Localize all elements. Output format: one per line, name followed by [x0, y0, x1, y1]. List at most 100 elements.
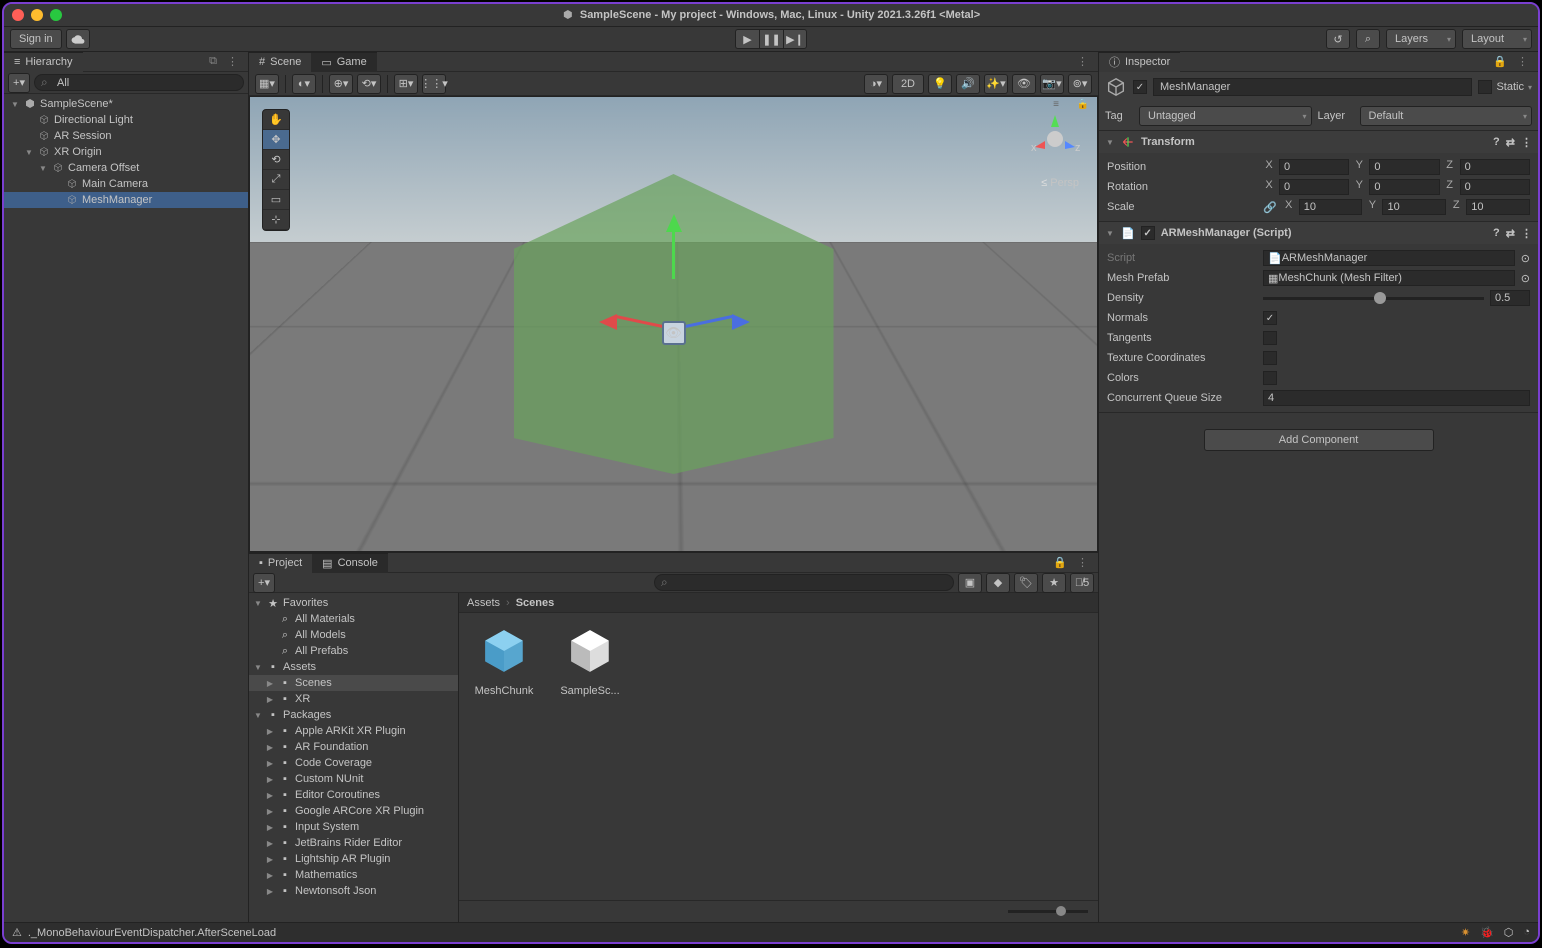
- lighting-toggle[interactable]: 💡: [928, 74, 952, 94]
- project-panel-menu-icon[interactable]: ⋮: [1071, 556, 1094, 569]
- scene-visibility-toggle[interactable]: 👁: [1012, 74, 1036, 94]
- lock-icon[interactable]: 🔒: [1077, 99, 1089, 110]
- object-picker-icon[interactable]: ⊙: [1521, 252, 1530, 265]
- layer-dropdown[interactable]: Default: [1360, 106, 1533, 126]
- rotation-z-field[interactable]: 0: [1460, 179, 1530, 195]
- sign-in-button[interactable]: Sign in: [10, 29, 62, 49]
- auto-generate-lighting-icon[interactable]: ✷: [1461, 926, 1470, 939]
- mesh-prefab-field[interactable]: ▦MeshChunk (Mesh Filter): [1263, 270, 1515, 286]
- undo-history-button[interactable]: ↺: [1326, 29, 1350, 49]
- scale-x-field[interactable]: 10: [1299, 199, 1363, 215]
- hierarchy-search-input[interactable]: All: [34, 74, 244, 91]
- pause-button[interactable]: ❚❚: [759, 29, 783, 49]
- folder-row[interactable]: ▶▪Input System: [249, 819, 458, 835]
- folder-row[interactable]: ▼▪Packages: [249, 707, 458, 723]
- layout-dropdown[interactable]: Layout: [1462, 29, 1532, 49]
- y-axis-handle[interactable]: [666, 214, 682, 232]
- rotation-x-field[interactable]: 0: [1279, 179, 1349, 195]
- folder-row[interactable]: ▶▪Lightship AR Plugin: [249, 851, 458, 867]
- hierarchy-item[interactable]: Directional Light: [4, 112, 248, 128]
- hierarchy-item[interactable]: MeshManager: [4, 192, 248, 208]
- tangents-checkbox[interactable]: [1263, 331, 1277, 345]
- queue-size-field[interactable]: 4: [1263, 390, 1530, 406]
- maximize-window-button[interactable]: [50, 9, 62, 21]
- x-axis-handle[interactable]: [599, 314, 617, 330]
- colors-checkbox[interactable]: [1263, 371, 1277, 385]
- scale-link-icon[interactable]: 🔗: [1263, 201, 1277, 214]
- folder-row[interactable]: ⌕All Materials: [249, 611, 458, 627]
- expand-icon[interactable]: ▶: [265, 759, 275, 768]
- component-menu-icon[interactable]: ⋮: [1521, 136, 1532, 149]
- inspector-menu-icon[interactable]: ⋮: [1511, 55, 1534, 68]
- rotation-y-field[interactable]: 0: [1369, 179, 1439, 195]
- scene-viewport[interactable]: 👁 ✋ ✥ ⟲ ⤢ ▭ ⊹ x z: [249, 96, 1098, 552]
- expand-icon[interactable]: ▶: [265, 727, 275, 736]
- scene-tab[interactable]: # Scene: [249, 52, 311, 72]
- expand-icon[interactable]: ▶: [265, 791, 275, 800]
- preset-icon[interactable]: ⇄: [1506, 136, 1515, 149]
- search-by-type-button[interactable]: ▣: [958, 573, 982, 593]
- expand-icon[interactable]: ▶: [265, 743, 275, 752]
- expand-icon[interactable]: ▼: [10, 100, 20, 109]
- tag-dropdown[interactable]: Untagged: [1139, 106, 1312, 126]
- project-tab[interactable]: ▪ Project: [249, 553, 312, 573]
- move-tool[interactable]: ✥: [263, 130, 289, 150]
- scale-tool[interactable]: ⤢: [263, 170, 289, 190]
- folder-row[interactable]: ▼▪Assets: [249, 659, 458, 675]
- rotate-tool[interactable]: ⟲: [263, 150, 289, 170]
- position-y-field[interactable]: 0: [1369, 159, 1439, 175]
- density-slider[interactable]: [1263, 297, 1484, 300]
- favorite-search-button[interactable]: ★: [1042, 573, 1066, 593]
- folder-row[interactable]: ⌕All Prefabs: [249, 643, 458, 659]
- static-checkbox[interactable]: [1478, 80, 1492, 94]
- hierarchy-item[interactable]: Main Camera: [4, 176, 248, 192]
- folder-row[interactable]: ▶▪Custom NUnit: [249, 771, 458, 787]
- folder-row[interactable]: ▶▪XR: [249, 691, 458, 707]
- z-axis-handle[interactable]: [732, 314, 750, 330]
- object-center-icon[interactable]: 👁: [662, 321, 686, 345]
- expand-icon[interactable]: ▶: [265, 807, 275, 816]
- collapse-icon[interactable]: ▼: [1105, 229, 1115, 238]
- expand-icon[interactable]: ▶: [265, 855, 275, 864]
- step-button[interactable]: ▶❙: [783, 29, 807, 49]
- tool-handle-dropdown[interactable]: ▦▾: [255, 74, 279, 94]
- lock-panel-icon[interactable]: 🔒: [1053, 556, 1067, 569]
- object-picker-icon[interactable]: ⊙: [1521, 272, 1530, 285]
- help-icon[interactable]: ?: [1493, 227, 1500, 239]
- panel-menu-icon[interactable]: ⋮: [221, 55, 244, 68]
- close-window-button[interactable]: [12, 9, 24, 21]
- hierarchy-item[interactable]: AR Session: [4, 128, 248, 144]
- active-checkbox[interactable]: ✓: [1133, 80, 1147, 94]
- folder-row[interactable]: ▶▪Google ARCore XR Plugin: [249, 803, 458, 819]
- scene-panel-menu-icon[interactable]: ⋮: [1071, 55, 1094, 68]
- folder-row[interactable]: ▶▪AR Foundation: [249, 739, 458, 755]
- rect-tool[interactable]: ▭: [263, 190, 289, 210]
- preset-icon[interactable]: ⇄: [1506, 227, 1515, 240]
- expand-icon[interactable]: ▶: [265, 887, 275, 896]
- object-name-field[interactable]: MeshManager: [1153, 78, 1472, 96]
- expand-icon[interactable]: ▶: [265, 823, 275, 832]
- expand-icon[interactable]: ▶: [265, 695, 275, 704]
- console-tab[interactable]: ▤ Console: [312, 553, 388, 573]
- folder-row[interactable]: ▶▪Editor Coroutines: [249, 787, 458, 803]
- transform-tool[interactable]: ⊹: [263, 210, 289, 230]
- folder-row[interactable]: ▼★Favorites: [249, 595, 458, 611]
- gizmos-dropdown[interactable]: ⊚▾: [1068, 74, 1092, 94]
- expand-icon[interactable]: ▶: [265, 679, 275, 688]
- breadcrumb-item[interactable]: Assets: [467, 597, 500, 609]
- asset-item[interactable]: MeshChunk: [469, 623, 539, 697]
- expand-icon[interactable]: ▼: [38, 164, 48, 173]
- save-search-button[interactable]: 🏷: [1014, 573, 1038, 593]
- help-icon[interactable]: ?: [1493, 136, 1500, 148]
- hierarchy-item[interactable]: ▼XR Origin: [4, 144, 248, 160]
- snap-increment-dropdown[interactable]: ⋮⋮▾: [422, 74, 446, 94]
- status-message[interactable]: ._MonoBehaviourEventDispatcher.AfterScen…: [28, 927, 276, 939]
- thumbnail-size-slider[interactable]: [1008, 910, 1088, 913]
- folder-row[interactable]: ▶▪Newtonsoft Json: [249, 883, 458, 899]
- folder-row[interactable]: ▶▪Apple ARKit XR Plugin: [249, 723, 458, 739]
- normals-checkbox[interactable]: ✓: [1263, 311, 1277, 325]
- draw-mode-dropdown[interactable]: ◑▾: [864, 74, 888, 94]
- project-search-input[interactable]: [654, 574, 954, 591]
- projection-label[interactable]: ≤ Persp: [1041, 177, 1079, 189]
- hierarchy-item[interactable]: ▼Camera Offset: [4, 160, 248, 176]
